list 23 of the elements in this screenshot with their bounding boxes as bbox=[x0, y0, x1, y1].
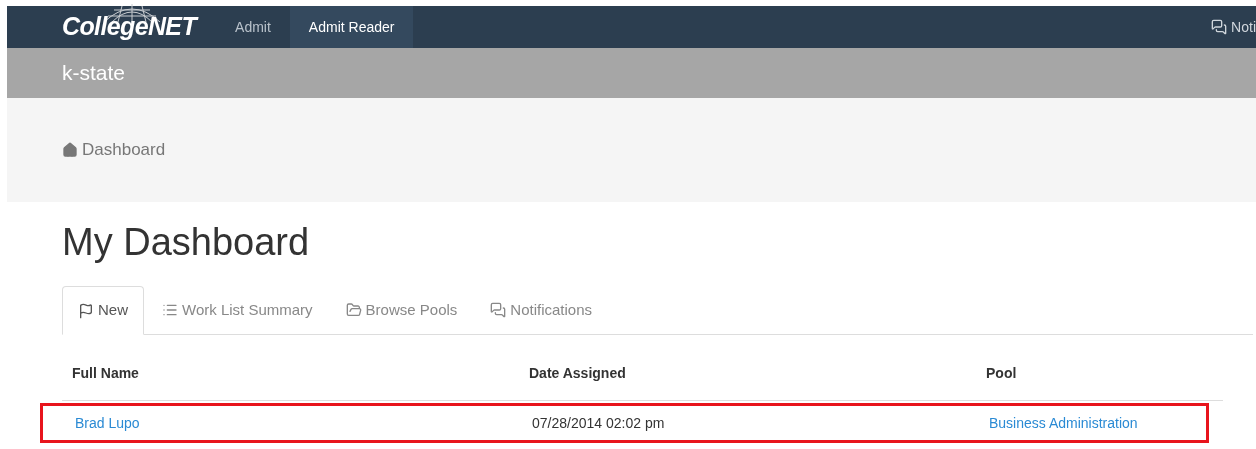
name-link[interactable]: Brad Lupo bbox=[75, 412, 532, 434]
tab[interactable]: Browse Pools bbox=[330, 286, 473, 334]
folder-icon bbox=[345, 302, 362, 318]
column-header: Pool bbox=[986, 364, 1018, 383]
table-cell-text: 07/28/2014 02:02 pm bbox=[532, 413, 666, 433]
column-header: Full Name bbox=[72, 364, 140, 383]
chat-icon bbox=[1211, 19, 1228, 35]
logo[interactable]: CollegeNET bbox=[62, 8, 197, 46]
column-header: Date Assigned bbox=[529, 364, 627, 383]
list-icon bbox=[162, 302, 178, 318]
flag-icon bbox=[78, 302, 94, 319]
tab[interactable]: New bbox=[62, 286, 144, 335]
pool-link[interactable]: Business Administration bbox=[989, 412, 1206, 434]
org-title: k-state bbox=[62, 60, 126, 87]
nav-link[interactable]: Admit bbox=[216, 6, 290, 48]
page-title: My Dashboard bbox=[62, 220, 311, 264]
tab[interactable]: Notifications bbox=[475, 286, 607, 334]
chat-icon bbox=[490, 302, 507, 318]
nav-link[interactable]: Admit Reader bbox=[289, 6, 414, 48]
breadcrumb-link[interactable]: Dashboard bbox=[62, 137, 166, 163]
home-icon bbox=[62, 142, 78, 158]
tab[interactable]: Work List Summary bbox=[147, 286, 328, 334]
notifications-link[interactable]: Noti bbox=[1211, 6, 1256, 48]
